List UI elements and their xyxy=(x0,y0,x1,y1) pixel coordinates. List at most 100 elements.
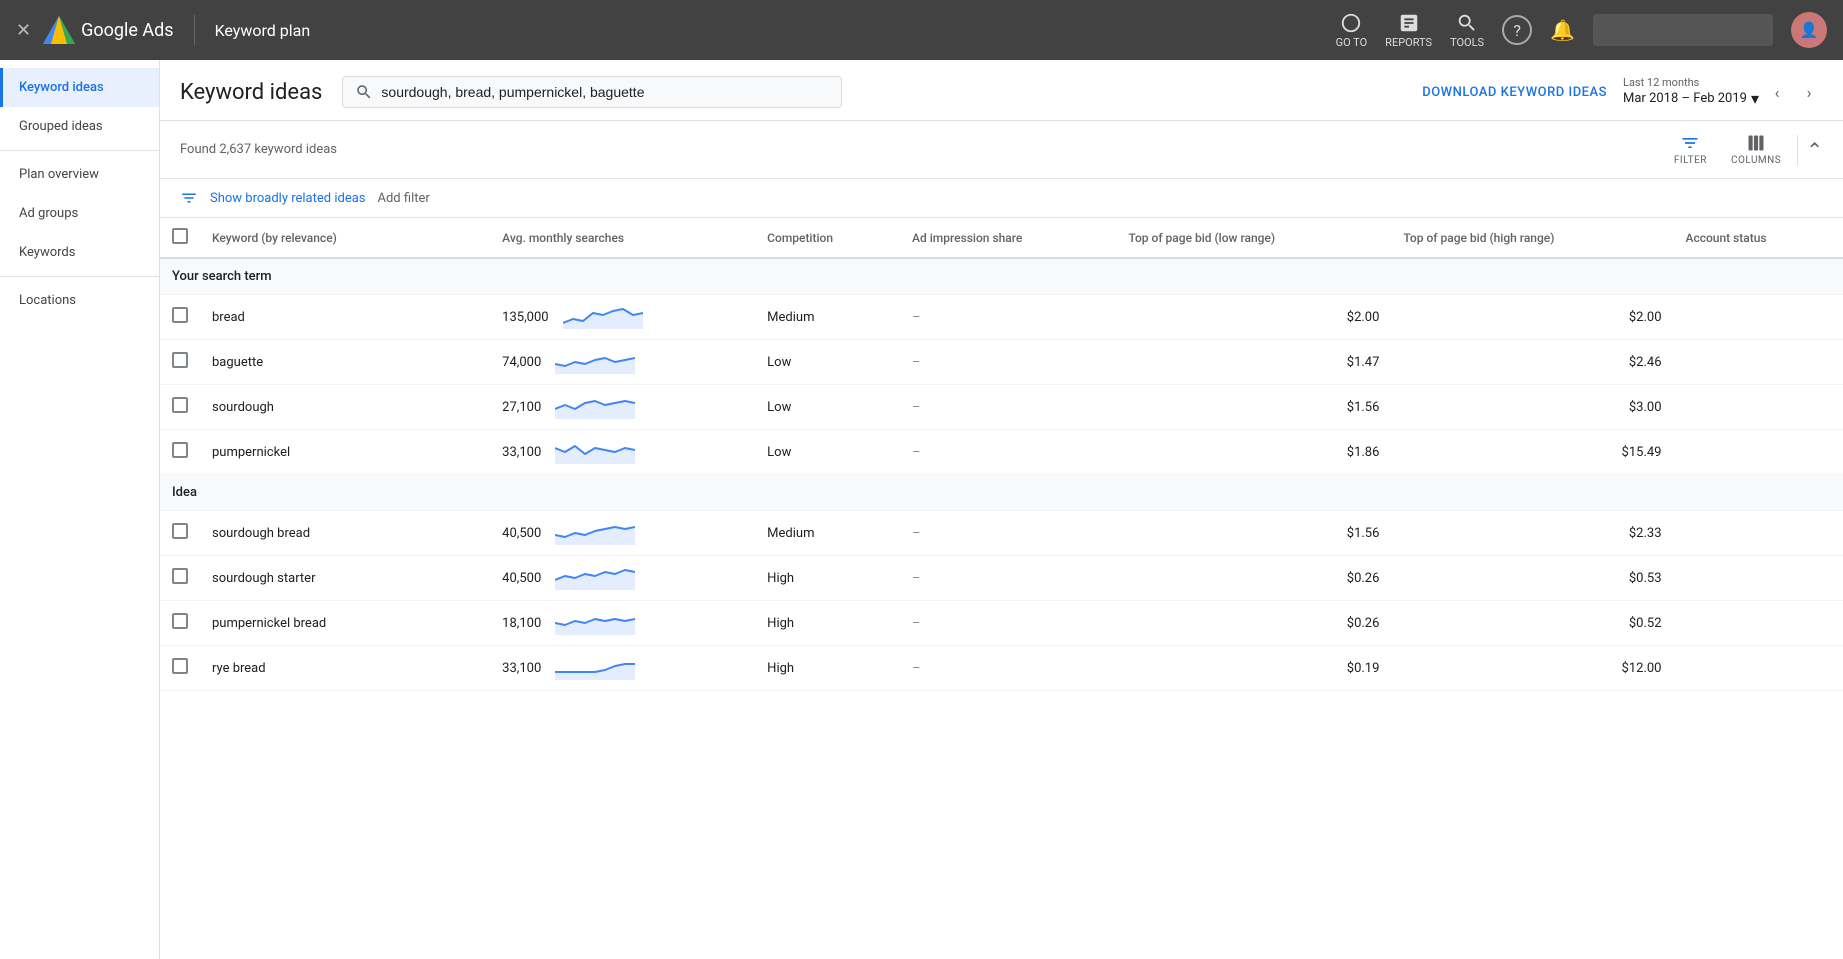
bid-low-cell: $0.26 xyxy=(1117,556,1392,601)
date-range-value[interactable]: Mar 2018 – Feb 2019 ▾ xyxy=(1623,89,1759,108)
sidebar-label-ad-groups: Ad groups xyxy=(19,206,78,221)
avg-monthly-cell: 74,000 xyxy=(490,340,755,385)
keyword-search-box[interactable] xyxy=(342,76,842,108)
reports-button[interactable]: REPORTS xyxy=(1385,12,1432,49)
row-checkbox-cell xyxy=(160,385,200,430)
date-next-button[interactable]: › xyxy=(1795,78,1823,106)
table-row: sourdough 27,100 Low – $1.56 $3.00 xyxy=(160,385,1843,430)
keyword-cell: pumpernickel bread xyxy=(200,601,490,646)
help-button[interactable]: ? xyxy=(1502,15,1532,45)
sidebar-item-keywords[interactable]: Keywords xyxy=(0,233,159,272)
filter-label: FILTER xyxy=(1674,155,1707,166)
show-broadly-related-button[interactable]: Show broadly related ideas xyxy=(210,191,366,206)
filter-icon xyxy=(1680,133,1700,153)
keyword-search-input[interactable] xyxy=(381,84,829,100)
sidebar-label-locations: Locations xyxy=(19,293,76,308)
col-keyword[interactable]: Keyword (by relevance) xyxy=(200,218,490,258)
row-checkbox[interactable] xyxy=(172,442,188,458)
main-content: Keyword ideas DOWNLOAD KEYWORD IDEAS Las… xyxy=(160,60,1843,959)
bell-icon[interactable]: 🔔 xyxy=(1550,18,1575,42)
dropdown-icon: ▾ xyxy=(1751,89,1759,108)
nav-divider xyxy=(194,15,195,45)
sidebar-item-plan-overview[interactable]: Plan overview xyxy=(0,155,159,194)
row-checkbox-cell xyxy=(160,295,200,340)
row-checkbox[interactable] xyxy=(172,523,188,539)
sidebar-item-ad-groups[interactable]: Ad groups xyxy=(0,194,159,233)
keyword-cell: bread xyxy=(200,295,490,340)
toolbar-divider xyxy=(1797,135,1798,165)
row-checkbox[interactable] xyxy=(172,568,188,584)
sidebar-item-locations[interactable]: Locations xyxy=(0,281,159,320)
col-bid-low[interactable]: Top of page bid (low range) xyxy=(1117,218,1392,258)
sidebar-label-keywords: Keywords xyxy=(19,245,75,260)
sidebar-label-plan-overview: Plan overview xyxy=(19,167,99,182)
filter-row: Show broadly related ideas Add filter xyxy=(160,179,1843,218)
add-filter-button[interactable]: Add filter xyxy=(378,191,430,206)
keyword-cell: baguette xyxy=(200,340,490,385)
ki-actions: DOWNLOAD KEYWORD IDEAS Last 12 months Ma… xyxy=(1422,76,1823,108)
col-bid-high[interactable]: Top of page bid (high range) xyxy=(1391,218,1673,258)
account-status-cell xyxy=(1674,646,1843,691)
tools-button[interactable]: TOOLS xyxy=(1450,12,1484,49)
avg-monthly-value: 27,100 xyxy=(502,400,541,415)
bid-low-cell: $2.00 xyxy=(1117,295,1392,340)
bid-low-cell: $1.86 xyxy=(1117,430,1392,475)
bid-high-cell: $2.46 xyxy=(1391,340,1673,385)
row-checkbox-cell xyxy=(160,556,200,601)
account-search[interactable] xyxy=(1593,14,1773,46)
table-row: baguette 74,000 Low – $1.47 $2.46 xyxy=(160,340,1843,385)
sparkline xyxy=(555,440,635,464)
section-header-row: Idea xyxy=(160,475,1843,511)
row-checkbox[interactable] xyxy=(172,352,188,368)
col-account-status[interactable]: Account status xyxy=(1674,218,1843,258)
columns-button[interactable]: COLUMNS xyxy=(1723,129,1789,170)
competition-cell: Medium xyxy=(755,511,900,556)
row-checkbox[interactable] xyxy=(172,613,188,629)
sidebar: Keyword ideas Grouped ideas Plan overvie… xyxy=(0,60,160,959)
download-keyword-ideas-button[interactable]: DOWNLOAD KEYWORD IDEAS xyxy=(1422,85,1607,100)
col-ad-impression[interactable]: Ad impression share xyxy=(900,218,1116,258)
row-checkbox[interactable] xyxy=(172,658,188,674)
filter-funnel-icon xyxy=(180,189,198,207)
keyword-cell: pumpernickel xyxy=(200,430,490,475)
table-row: sourdough bread 40,500 Medium – $1.56 $2… xyxy=(160,511,1843,556)
keyword-cell: rye bread xyxy=(200,646,490,691)
avg-monthly-cell: 33,100 xyxy=(490,646,755,691)
bid-low-cell: $1.56 xyxy=(1117,511,1392,556)
row-checkbox-cell xyxy=(160,430,200,475)
bid-low-cell: $0.26 xyxy=(1117,601,1392,646)
avg-monthly-value: 40,500 xyxy=(502,571,541,586)
sidebar-item-grouped-ideas[interactable]: Grouped ideas xyxy=(0,107,159,146)
col-avg-monthly[interactable]: Avg. monthly searches xyxy=(490,218,755,258)
account-status-cell xyxy=(1674,340,1843,385)
sidebar-item-keyword-ideas[interactable]: Keyword ideas xyxy=(0,68,159,107)
row-checkbox[interactable] xyxy=(172,397,188,413)
ad-impression-cell: – xyxy=(900,646,1116,691)
date-range: Last 12 months Mar 2018 – Feb 2019 ▾ ‹ › xyxy=(1623,76,1823,108)
select-all-checkbox[interactable] xyxy=(172,228,188,244)
sparkline xyxy=(555,395,635,419)
avg-monthly-cell: 40,500 xyxy=(490,511,755,556)
bid-high-cell: $15.49 xyxy=(1391,430,1673,475)
close-icon[interactable]: ✕ xyxy=(16,20,31,41)
date-range-label: Last 12 months xyxy=(1623,76,1759,89)
col-checkbox xyxy=(160,218,200,258)
goto-button[interactable]: GO TO xyxy=(1336,12,1368,49)
page-title: Keyword plan xyxy=(215,21,311,40)
date-prev-button[interactable]: ‹ xyxy=(1763,78,1791,106)
filter-button[interactable]: FILTER xyxy=(1666,129,1715,170)
row-checkbox[interactable] xyxy=(172,307,188,323)
avg-monthly-value: 40,500 xyxy=(502,526,541,541)
reports-label: REPORTS xyxy=(1385,36,1432,49)
sidebar-label-grouped-ideas: Grouped ideas xyxy=(19,119,103,134)
bid-low-cell: $0.19 xyxy=(1117,646,1392,691)
col-competition[interactable]: Competition xyxy=(755,218,900,258)
avg-monthly-value: 74,000 xyxy=(502,355,541,370)
search-icon xyxy=(355,83,373,101)
collapse-button[interactable]: ⌃ xyxy=(1806,138,1823,162)
avatar[interactable]: 👤 xyxy=(1791,12,1827,48)
section-label: Your search term xyxy=(160,258,1843,295)
ad-impression-cell: – xyxy=(900,511,1116,556)
competition-cell: Medium xyxy=(755,295,900,340)
table-header-row: Keyword (by relevance) Avg. monthly sear… xyxy=(160,218,1843,258)
